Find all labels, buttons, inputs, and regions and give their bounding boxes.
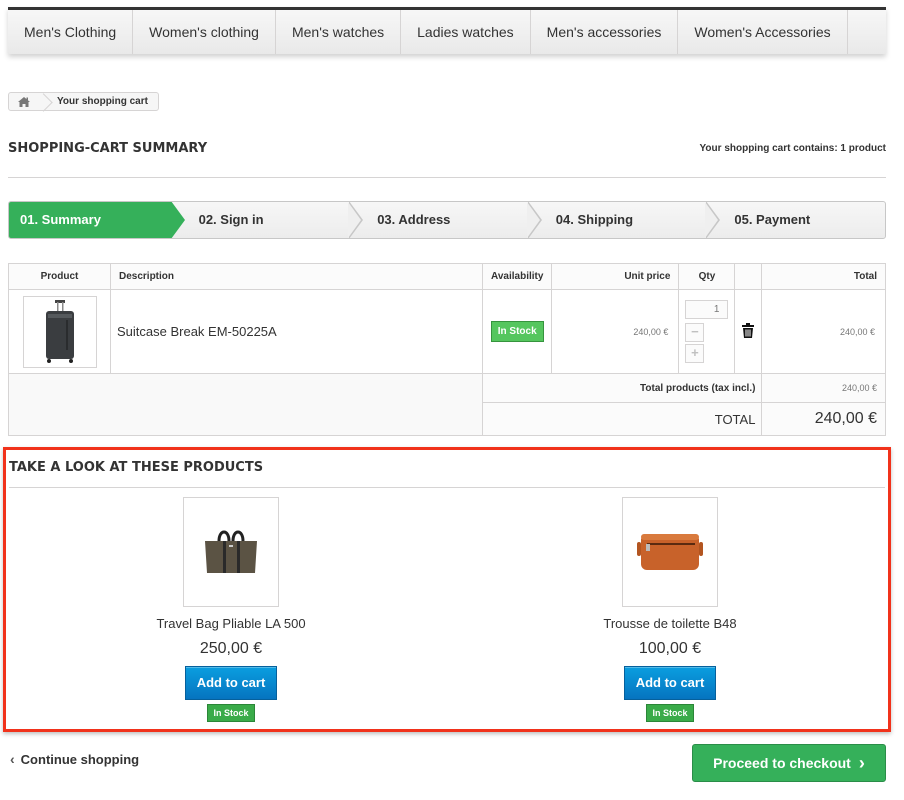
qty-cell: 1 − +: [678, 289, 736, 374]
total-products-label: Total products (tax incl.): [481, 373, 763, 403]
col-product: Product: [8, 263, 111, 290]
checkout-label: Proceed to checkout: [713, 755, 851, 771]
step-label: 04. Shipping: [555, 212, 634, 227]
cart-table: Product Description Availability Unit pr…: [8, 263, 886, 436]
status-badge: In Stock: [207, 704, 255, 722]
empty-cell: [8, 373, 483, 436]
qty-decrease-button[interactable]: −: [685, 323, 705, 342]
step-label: 03. Address: [377, 212, 451, 227]
col-qty: Qty: [678, 263, 736, 290]
status-badge: In Stock: [490, 321, 544, 342]
table-header-row: Product Description Availability Unit pr…: [8, 263, 886, 290]
step-shipping[interactable]: 04. Shipping: [528, 202, 721, 238]
product-image-travel-bag[interactable]: [183, 497, 279, 607]
col-total: Total: [761, 263, 886, 290]
col-availability: Availability: [481, 263, 553, 290]
continue-shopping-label: Continue shopping: [20, 751, 140, 767]
menu-item-womens-accessories[interactable]: Women's Accessories: [678, 10, 848, 54]
col-delete: [734, 263, 763, 290]
step-label: 01. Summary: [20, 212, 101, 227]
total-label: TOTAL: [481, 402, 763, 436]
crosssell-product: Travel Bag Pliable LA 500 250,00 € Add t…: [141, 497, 321, 722]
product-name[interactable]: Trousse de toilette B48: [580, 616, 760, 631]
col-unit-price: Unit price: [551, 263, 680, 290]
chevron-right-icon: ›: [858, 752, 865, 773]
table-row: Suitcase Break EM-50225A In Stock 240,00…: [8, 289, 886, 374]
total-value: 240,00 €: [761, 402, 886, 436]
step-label: 02. Sign in: [198, 212, 264, 227]
total-products-row: Total products (tax incl.) 240,00 €: [8, 373, 886, 436]
trash-icon[interactable]: [742, 322, 755, 341]
breadcrumb: Your shopping cart: [8, 92, 159, 111]
crossselling-block: TAKE A LOOK AT THESE PRODUCTS Travel Bag…: [3, 447, 891, 732]
divider: [8, 177, 886, 178]
step-summary[interactable]: 01. Summary: [9, 202, 185, 238]
menu-item-womens-clothing[interactable]: Women's clothing: [133, 10, 276, 54]
menu-item-ladies-watches[interactable]: Ladies watches: [401, 10, 531, 54]
breadcrumb-current: Your shopping cart: [39, 96, 158, 107]
step-arrow: [705, 202, 721, 238]
add-to-cart-button[interactable]: Add to cart: [624, 666, 716, 700]
row-total: 240,00 €: [761, 289, 886, 374]
menu-item-mens-clothing[interactable]: Men's Clothing: [8, 10, 134, 54]
add-to-cart-button[interactable]: Add to cart: [185, 666, 277, 700]
crossselling-title: TAKE A LOOK AT THESE PRODUCTS: [9, 460, 264, 475]
total-products-value: 240,00 €: [761, 373, 886, 403]
col-description: Description: [110, 263, 483, 290]
proceed-to-checkout-button[interactable]: Proceed to checkout ›: [692, 744, 886, 782]
page-title: SHOPPING-CART SUMMARY: [8, 141, 208, 156]
checkout-steps: 01. Summary 02. Sign in 03. Address 04. …: [8, 201, 886, 239]
menu-item-mens-watches[interactable]: Men's watches: [276, 10, 402, 54]
delete-cell: [734, 289, 763, 374]
step-address[interactable]: 03. Address: [349, 202, 542, 238]
qty-increase-button[interactable]: +: [685, 344, 705, 363]
divider: [9, 487, 885, 488]
product-image-cell: [8, 289, 111, 374]
product-description[interactable]: Suitcase Break EM-50225A: [110, 289, 483, 374]
step-sign-in[interactable]: 02. Sign in: [171, 202, 364, 238]
cart-count: Your shopping cart contains: 1 product: [699, 143, 887, 154]
continue-shopping-link[interactable]: ‹ Continue shopping: [10, 751, 139, 767]
unit-price: 240,00 €: [551, 289, 680, 374]
crosssell-product: Trousse de toilette B48 100,00 € Add to …: [580, 497, 760, 722]
status-badge: In Stock: [646, 704, 694, 722]
step-arrow: [169, 202, 185, 238]
product-price: 250,00 €: [199, 640, 263, 657]
product-image-toiletry-bag[interactable]: [622, 497, 718, 607]
step-arrow: [348, 202, 364, 238]
availability-cell: In Stock: [481, 289, 553, 374]
chevron-left-icon: ‹: [10, 751, 15, 767]
product-name[interactable]: Travel Bag Pliable LA 500: [141, 616, 321, 631]
step-arrow: [526, 202, 542, 238]
product-image-suitcase[interactable]: [22, 295, 97, 368]
quantity-input[interactable]: 1: [685, 300, 729, 319]
menu-item-mens-accessories[interactable]: Men's accessories: [531, 10, 679, 54]
product-price: 100,00 €: [638, 640, 702, 657]
step-payment[interactable]: 05. Payment: [706, 202, 885, 238]
top-menu: Men's Clothing Women's clothing Men's wa…: [8, 7, 886, 54]
step-label: 05. Payment: [734, 212, 811, 227]
